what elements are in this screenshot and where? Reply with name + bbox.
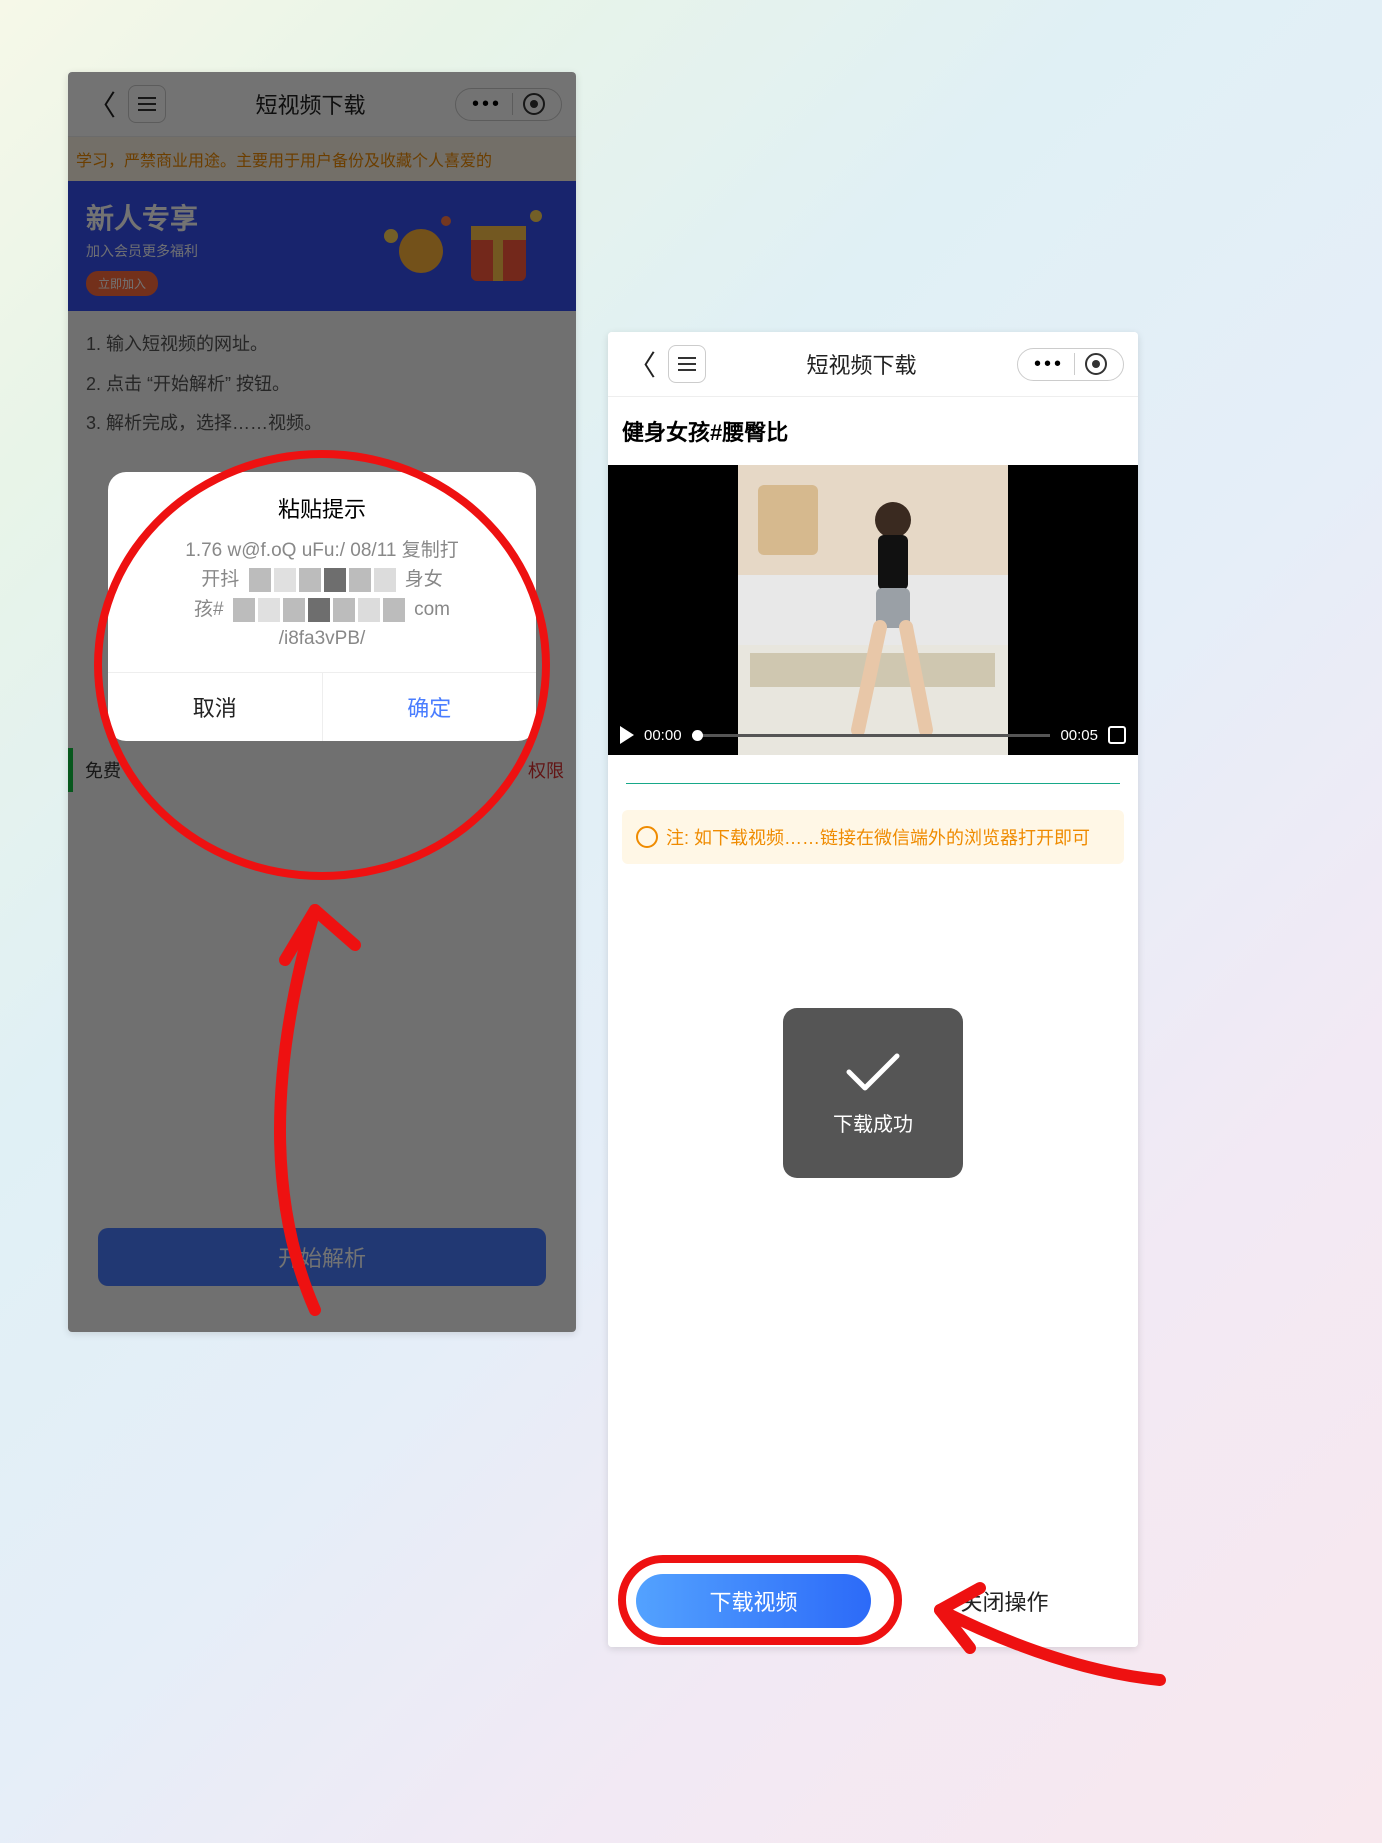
progress-bar[interactable]: [692, 734, 1051, 737]
capsule-button[interactable]: •••: [1017, 348, 1124, 381]
video-thumbnail: [738, 465, 1008, 755]
volume-icon[interactable]: [1108, 726, 1126, 744]
time-current: 00:00: [644, 727, 682, 744]
annotation-arrow-left: [205, 850, 405, 1320]
annotation-arrow-right: [910, 1570, 1170, 1690]
success-toast: 下载成功: [783, 1008, 963, 1178]
close-target-icon[interactable]: [1085, 353, 1107, 375]
menu-icon[interactable]: [668, 345, 706, 383]
check-icon: [843, 1050, 903, 1094]
page-title: 短视频下载: [706, 348, 1017, 380]
play-icon[interactable]: [620, 726, 634, 744]
download-note: 注: 如下载视频……链接在微信端外的浏览器打开即可: [622, 810, 1124, 864]
video-player[interactable]: 00:00 00:05: [608, 465, 1138, 755]
right-header: 〈 短视频下载 •••: [608, 332, 1138, 397]
annotation-circle: [94, 450, 550, 880]
player-controls[interactable]: 00:00 00:05: [608, 715, 1138, 755]
more-icon[interactable]: •••: [1024, 353, 1074, 376]
time-total: 00:05: [1060, 727, 1098, 744]
section-divider: [626, 783, 1120, 794]
right-screenshot: 〈 短视频下载 ••• 健身女孩#腰臀比 00:00: [608, 332, 1138, 1647]
annotation-ring: [618, 1555, 902, 1645]
video-caption: 健身女孩#腰臀比: [608, 397, 1138, 465]
back-icon[interactable]: 〈: [622, 344, 662, 384]
toast-text: 下载成功: [833, 1108, 913, 1137]
